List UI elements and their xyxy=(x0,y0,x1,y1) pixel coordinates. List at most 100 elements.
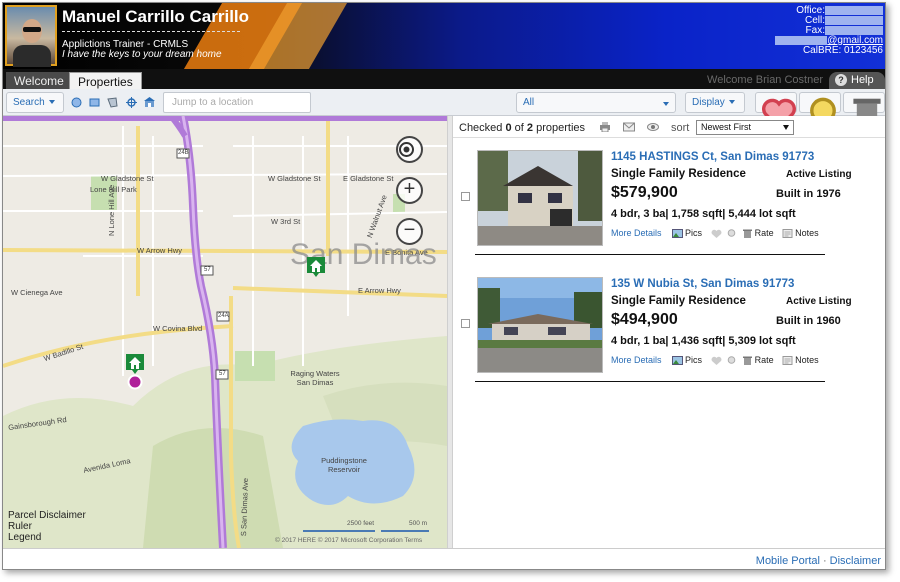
total-count: 2 xyxy=(526,122,534,134)
help-label: Help xyxy=(851,74,874,86)
listing-marker-house-icon[interactable] xyxy=(125,353,145,375)
legend-link[interactable]: Legend xyxy=(8,532,86,543)
trash-counter[interactable]: 0 xyxy=(843,92,885,142)
eye-icon[interactable] xyxy=(647,122,659,132)
tab-properties[interactable]: Properties xyxy=(69,72,142,89)
agent-tagline: I have the keys to your dream home xyxy=(62,49,222,60)
listing-actions: More Details Pics Rate Notes xyxy=(611,228,825,239)
rate-label[interactable]: Rate xyxy=(755,228,774,238)
street-label: E Arrow Hwy xyxy=(358,286,401,295)
listing-status: Active Listing xyxy=(786,169,852,180)
zoom-in-button[interactable]: + xyxy=(396,177,423,204)
properties-text: properties xyxy=(536,122,586,134)
email-redacted xyxy=(775,36,828,45)
ruler-link[interactable]: Ruler xyxy=(8,521,86,532)
notes-icon[interactable] xyxy=(782,229,793,239)
mobile-portal-link[interactable]: Mobile Portal xyxy=(756,555,820,567)
agent-divider xyxy=(62,31,240,32)
listing-checkbox[interactable] xyxy=(461,192,470,201)
trash-outline-icon[interactable] xyxy=(742,356,753,366)
calbre-number: CalBRE: 0123456 xyxy=(802,45,883,56)
heart-outline-icon[interactable] xyxy=(711,229,722,239)
location-search-input[interactable] xyxy=(163,92,311,113)
agent-avatar xyxy=(5,5,57,67)
school-icon[interactable] xyxy=(144,97,155,108)
notes-icon[interactable] xyxy=(782,356,793,366)
sort-select[interactable]: Newest First xyxy=(696,120,794,135)
listing-checkbox[interactable] xyxy=(461,319,470,328)
listing-address-link[interactable]: 1145 HASTINGS Ct, San Dimas 91773 xyxy=(611,151,814,163)
listing-divider xyxy=(475,254,825,255)
house-photo-image xyxy=(478,151,602,245)
locate-me-button[interactable] xyxy=(396,136,423,163)
search-dropdown-button[interactable]: Search xyxy=(6,92,64,113)
park-label: Raging Waters San Dimas xyxy=(290,369,340,387)
crosshair-locate-icon[interactable] xyxy=(126,97,137,108)
listings-panel: Checked 0 of 2 properties sort Newest Fi… xyxy=(453,116,885,548)
listing-property-type: Single Family Residence xyxy=(611,295,746,307)
photos-icon[interactable] xyxy=(672,356,684,366)
photos-icon[interactable] xyxy=(672,229,684,239)
street-label: W Arrow Hwy xyxy=(137,246,182,255)
more-details-link[interactable]: More Details xyxy=(611,355,662,365)
listing-property-type: Single Family Residence xyxy=(611,168,746,180)
street-label: W 3rd St xyxy=(271,217,301,226)
print-icon[interactable] xyxy=(599,122,611,132)
fax-number-redacted xyxy=(825,26,883,35)
freeway-shields xyxy=(176,148,230,380)
trash-outline-icon[interactable] xyxy=(742,229,753,239)
lightbulb-outline-icon[interactable] xyxy=(726,229,737,238)
chevron-down-icon xyxy=(728,100,735,105)
notes-label[interactable]: Notes xyxy=(795,355,819,365)
listing-photo[interactable] xyxy=(477,277,603,373)
tab-welcome[interactable]: Welcome xyxy=(6,72,72,89)
listing-year-built: Built in 1976 xyxy=(776,188,841,200)
search-label: Search xyxy=(13,97,45,108)
rate-label[interactable]: Rate xyxy=(755,355,774,365)
email-icon[interactable] xyxy=(623,122,635,132)
ideas-counter[interactable]: 0 xyxy=(799,92,841,142)
agent-contact: Office: Cell: Fax: @gmail.com CalBRE: 01… xyxy=(743,6,883,56)
chevron-down-icon xyxy=(783,125,789,130)
favorites-counter[interactable]: 0 xyxy=(755,92,797,142)
fax-label: Fax: xyxy=(805,25,825,36)
listing-marker-house-icon[interactable] xyxy=(306,256,326,278)
listing-actions: More Details Pics Rate Notes xyxy=(611,355,825,366)
shield-label: 57 xyxy=(204,267,211,273)
rectangle-draw-icon[interactable] xyxy=(89,97,100,108)
polygon-draw-icon[interactable] xyxy=(107,97,118,108)
notes-label[interactable]: Notes xyxy=(795,228,819,238)
lightbulb-outline-icon[interactable] xyxy=(726,356,737,365)
street-label: N Lone Hill Ave xyxy=(107,184,116,236)
circle-draw-icon[interactable] xyxy=(71,97,82,108)
heart-outline-icon[interactable] xyxy=(711,356,722,366)
help-icon: ? xyxy=(835,74,847,86)
parcel-disclaimer-link[interactable]: Parcel Disclaimer xyxy=(8,510,86,521)
checked-count: 0 xyxy=(505,122,512,134)
listing-photo[interactable] xyxy=(477,150,603,246)
minus-icon: − xyxy=(403,219,416,241)
of-text: of xyxy=(514,122,524,134)
more-details-link[interactable]: More Details xyxy=(611,228,662,238)
plus-icon: + xyxy=(403,178,416,200)
map-copyright: © 2017 HERE © 2017 Microsoft Corporation… xyxy=(275,537,423,544)
listing-stats: 4 bdr, 1 ba| 1,436 sqft| 5,309 lot sqft xyxy=(611,335,796,347)
map-view[interactable]: 24B 57 24A 57 Lone Hill Park W Gladstone… xyxy=(3,116,447,548)
checked-count-text: Checked 0 of 2 properties xyxy=(459,122,585,134)
listing-price: $494,900 xyxy=(611,311,678,328)
listing-card: 135 W Nubia St, San Dimas 91773 Single F… xyxy=(459,277,859,397)
listing-filter-select[interactable]: All xyxy=(516,92,676,113)
sort-label: sort xyxy=(671,122,690,134)
shield-label: 24A xyxy=(218,313,229,319)
display-label: Display xyxy=(692,97,725,108)
shield-label: 24B xyxy=(178,150,189,156)
zoom-out-button[interactable]: − xyxy=(396,218,423,245)
listing-stats: 4 bdr, 3 ba| 1,758 sqft| 5,444 lot sqft xyxy=(611,208,796,220)
help-button[interactable]: ? Help xyxy=(829,72,885,89)
display-dropdown-button[interactable]: Display xyxy=(685,92,745,113)
listing-address-link[interactable]: 135 W Nubia St, San Dimas 91773 xyxy=(611,278,794,290)
disclaimer-link[interactable]: Disclaimer xyxy=(830,555,881,567)
map-legend-links: Parcel Disclaimer Ruler Legend xyxy=(8,510,86,543)
location-dot-icon xyxy=(127,374,143,390)
street-label: W Covina Blvd xyxy=(153,324,203,333)
